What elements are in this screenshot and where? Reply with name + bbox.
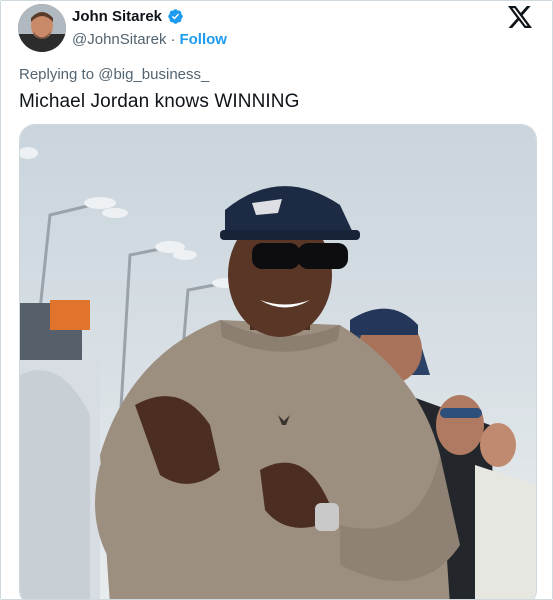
author-name[interactable]: John Sitarek [72,8,162,25]
tweet-text: Michael Jordan knows WINNING [19,91,300,112]
reply-context: Replying to @big_business_ [19,66,209,83]
reply-prefix: Replying to [19,66,95,83]
tweet-photo[interactable] [19,124,537,599]
reply-mention-link[interactable]: @big_business_ [98,66,209,83]
avatar[interactable] [18,4,66,52]
photo-illustration [20,125,536,599]
follow-button[interactable]: Follow [179,31,227,48]
verified-badge-icon [167,8,184,25]
author-name-row: John Sitarek [72,8,184,25]
separator-dot: · [170,31,176,48]
author-handle-row: @JohnSitarek · Follow [72,31,227,48]
avatar-image [18,4,66,52]
x-logo-icon[interactable] [508,6,532,28]
tweet-card: John Sitarek @JohnSitarek · Follow Reply… [0,0,553,600]
author-handle[interactable]: @JohnSitarek [72,31,166,48]
